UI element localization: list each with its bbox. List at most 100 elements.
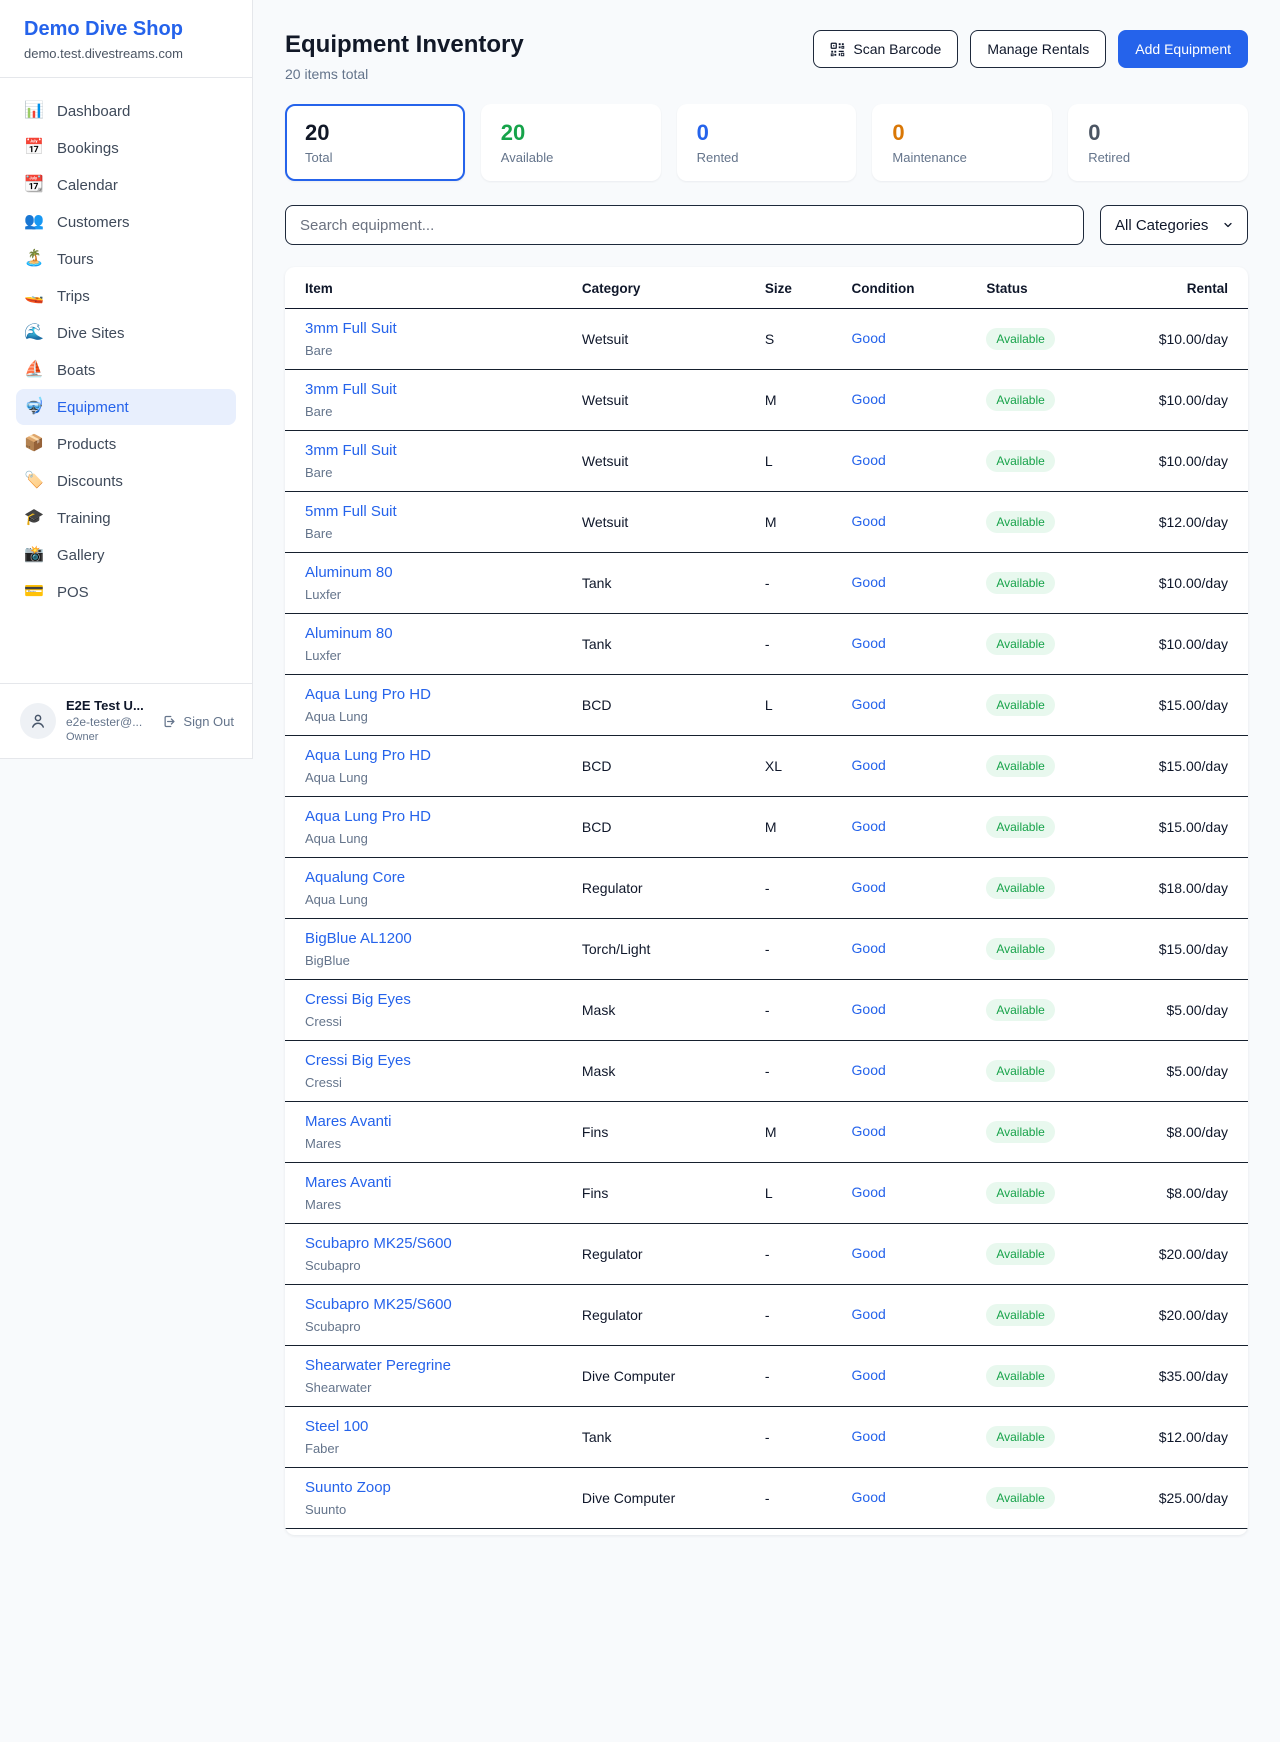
sidebar-item-equipment[interactable]: 🤿 Equipment (16, 389, 236, 425)
manage-rentals-button[interactable]: Manage Rentals (970, 30, 1106, 68)
item-name-link[interactable]: 3mm Full Suit (305, 441, 397, 461)
condition-link[interactable]: Good (852, 757, 886, 773)
sidebar-item-label: Customers (57, 214, 130, 231)
item-name-link[interactable]: Aluminum 80 (305, 563, 393, 583)
condition-link[interactable]: Good (852, 1428, 886, 1444)
item-name-link[interactable]: Aqualung Core (305, 868, 405, 888)
sidebar-item-calendar[interactable]: 📆 Calendar (16, 167, 236, 203)
condition-link[interactable]: Good (852, 879, 886, 895)
sidebar-item-customers[interactable]: 👥 Customers (16, 204, 236, 240)
item-name-link[interactable]: Cressi Big Eyes (305, 1051, 411, 1071)
item-name-link[interactable]: Aqua Lung Pro HD (305, 746, 431, 766)
rental-price: $12.00/day (1142, 492, 1248, 553)
stat-card-rented[interactable]: 0 Rented (677, 104, 857, 181)
status-badge: Available (986, 633, 1054, 655)
rental-price: $10.00/day (1142, 370, 1248, 431)
table-row: 5mm Full Suit Bare Wetsuit M Good Availa… (285, 492, 1248, 553)
main-content: Equipment Inventory 20 items total Scan … (253, 0, 1280, 1742)
item-name-link[interactable]: Scubapro MK25/S600 (305, 1234, 452, 1254)
rental-price: $20.00/day (1142, 1285, 1248, 1346)
condition-link[interactable]: Good (852, 391, 886, 407)
category-select[interactable]: All Categories (1100, 205, 1248, 245)
sidebar-item-label: Equipment (57, 399, 129, 416)
filter-row: All Categories (285, 205, 1248, 245)
sidebar-item-boats[interactable]: ⛵ Boats (16, 352, 236, 388)
item-name-link[interactable]: Aluminum 80 (305, 624, 393, 644)
sidebar-item-pos[interactable]: 💳 POS (16, 574, 236, 610)
sidebar-item-gallery[interactable]: 📸 Gallery (16, 537, 236, 573)
bar-chart-icon: 📊 (24, 101, 44, 121)
condition-link[interactable]: Good (852, 574, 886, 590)
stat-label: Rented (697, 150, 837, 165)
sidebar-item-products[interactable]: 📦 Products (16, 426, 236, 462)
item-category: BCD (574, 736, 757, 797)
sign-out-button[interactable]: Sign Out (162, 714, 234, 729)
stat-card-total[interactable]: 20 Total (285, 104, 465, 181)
rental-price: $15.00/day (1142, 736, 1248, 797)
sidebar-item-discounts[interactable]: 🏷️ Discounts (16, 463, 236, 499)
item-name-link[interactable]: Aqua Lung Pro HD (305, 807, 431, 827)
stat-card-retired[interactable]: 0 Retired (1068, 104, 1248, 181)
status-badge: Available (986, 1243, 1054, 1265)
status-badge: Available (986, 1121, 1054, 1143)
stats-row: 20 Total 20 Available 0 Rented 0 Mainten… (285, 104, 1248, 181)
sidebar-item-trips[interactable]: 🚤 Trips (16, 278, 236, 314)
item-name-link[interactable]: Scubapro MK25/S600 (305, 1295, 452, 1315)
item-size: - (757, 919, 844, 980)
item-brand: Aqua Lung (305, 830, 566, 847)
item-size: - (757, 1041, 844, 1102)
stat-card-maintenance[interactable]: 0 Maintenance (872, 104, 1052, 181)
table-row: 3mm Full Suit Bare Wetsuit S Good Availa… (285, 309, 1248, 370)
item-brand: Bare (305, 525, 566, 542)
item-name-link[interactable]: 3mm Full Suit (305, 380, 397, 400)
table-row: Suunto Zoop Suunto Dive Computer - Good … (285, 1468, 1248, 1529)
search-input[interactable] (285, 205, 1084, 245)
item-name-link[interactable]: 3mm Full Suit (305, 319, 397, 339)
sidebar-item-label: Dashboard (57, 103, 130, 120)
items-total-count: 20 items total (285, 66, 524, 82)
item-name-link[interactable]: Suunto Zoop (305, 1478, 391, 1498)
condition-link[interactable]: Good (852, 1001, 886, 1017)
condition-link[interactable]: Good (852, 1184, 886, 1200)
item-name-link[interactable]: 5mm Full Suit (305, 502, 397, 522)
item-name-link[interactable]: Cressi Big Eyes (305, 990, 411, 1010)
diving-mask-icon: 🤿 (24, 397, 44, 417)
rental-price: $15.00/day (1142, 675, 1248, 736)
sidebar-item-dashboard[interactable]: 📊 Dashboard (16, 93, 236, 129)
table-row: Aqua Lung Pro HD Aqua Lung BCD XL Good A… (285, 736, 1248, 797)
condition-link[interactable]: Good (852, 330, 886, 346)
condition-link[interactable]: Good (852, 635, 886, 651)
item-name-link[interactable]: Aqua Lung Pro HD (305, 685, 431, 705)
condition-link[interactable]: Good (852, 1489, 886, 1505)
item-category: BCD (574, 675, 757, 736)
stat-card-available[interactable]: 20 Available (481, 104, 661, 181)
item-size: M (757, 370, 844, 431)
condition-link[interactable]: Good (852, 452, 886, 468)
item-name-link[interactable]: Steel 100 (305, 1417, 368, 1437)
item-brand: Suunto (305, 1501, 566, 1518)
item-brand: Luxfer (305, 586, 566, 603)
item-size: M (757, 1102, 844, 1163)
scan-barcode-button[interactable]: Scan Barcode (813, 30, 958, 68)
item-name-link[interactable]: Mares Avanti (305, 1112, 391, 1132)
condition-link[interactable]: Good (852, 1245, 886, 1261)
add-equipment-button[interactable]: Add Equipment (1118, 30, 1248, 68)
condition-link[interactable]: Good (852, 1062, 886, 1078)
item-name-link[interactable]: Mares Avanti (305, 1173, 391, 1193)
sidebar-item-dive-sites[interactable]: 🌊 Dive Sites (16, 315, 236, 351)
sidebar-item-tours[interactable]: 🏝️ Tours (16, 241, 236, 277)
sidebar-item-bookings[interactable]: 📅 Bookings (16, 130, 236, 166)
condition-link[interactable]: Good (852, 1306, 886, 1322)
item-name-link[interactable]: Shearwater Peregrine (305, 1356, 451, 1376)
sidebar-item-training[interactable]: 🎓 Training (16, 500, 236, 536)
condition-link[interactable]: Good (852, 1123, 886, 1139)
item-name-link[interactable]: BigBlue AL1200 (305, 929, 412, 949)
condition-link[interactable]: Good (852, 696, 886, 712)
condition-link[interactable]: Good (852, 513, 886, 529)
stat-value: 20 (305, 119, 445, 147)
condition-link[interactable]: Good (852, 1367, 886, 1383)
condition-link[interactable]: Good (852, 940, 886, 956)
condition-link[interactable]: Good (852, 818, 886, 834)
item-size: - (757, 858, 844, 919)
column-header-status: Status (978, 267, 1142, 309)
